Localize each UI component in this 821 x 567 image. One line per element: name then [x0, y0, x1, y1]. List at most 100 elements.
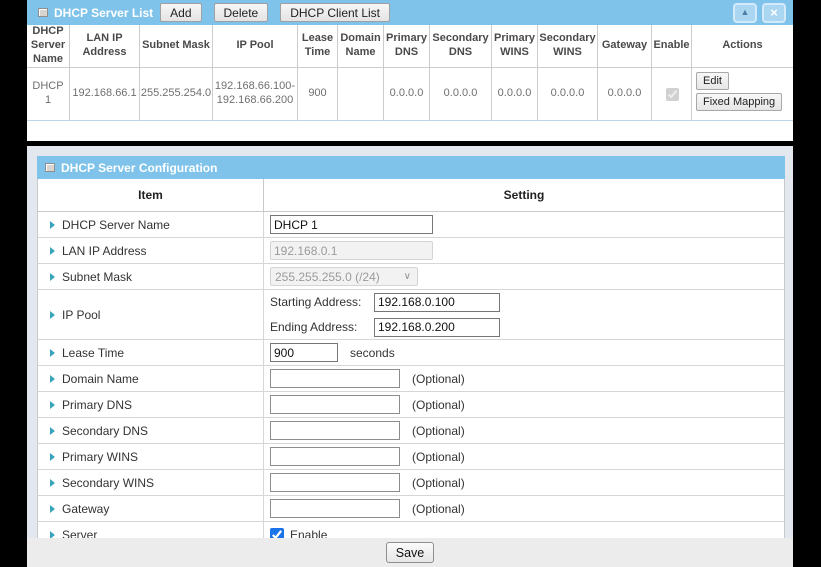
dhcp-server-list-panel: DHCP Server List Add Delete DHCP Client … — [27, 0, 793, 141]
cell-lease-time: 900 — [298, 68, 338, 121]
row-lease-time: Lease Time seconds — [38, 340, 784, 366]
cell-lan-ip-address: 192.168.66.1 — [70, 68, 140, 121]
close-button[interactable]: × — [762, 3, 786, 23]
dhcp-client-list-button[interactable]: DHCP Client List — [280, 3, 390, 22]
panel-box-icon — [45, 163, 55, 172]
save-strip: Save — [27, 538, 793, 567]
row-primary-dns: Primary DNS (Optional) — [38, 392, 784, 418]
cell-secondary-dns: 0.0.0.0 — [430, 68, 492, 121]
starting-address-label: Starting Address: — [270, 295, 374, 309]
domain-name-input[interactable] — [270, 369, 400, 388]
column-header: Enable — [652, 25, 692, 68]
item-label: DHCP Server Name — [62, 218, 170, 232]
item-label: Subnet Mask — [62, 270, 132, 284]
cell-dhcp-server-name: DHCP 1 — [27, 68, 70, 121]
column-header: Primary WINS — [492, 25, 538, 68]
chevron-down-icon: ∨ — [404, 271, 411, 282]
config-table-header: Item Setting — [38, 179, 784, 212]
item-arrow-icon — [50, 221, 55, 229]
dhcp-list-header-bar: DHCP Server List Add Delete DHCP Client … — [27, 0, 793, 25]
item-label: IP Pool — [62, 308, 100, 322]
fixed-mapping-button[interactable]: Fixed Mapping — [696, 93, 782, 111]
cell-primary-wins: 0.0.0.0 — [492, 68, 538, 121]
item-arrow-icon — [50, 375, 55, 383]
item-arrow-icon — [50, 401, 55, 409]
item-arrow-icon — [50, 311, 55, 319]
column-header: Primary DNS — [384, 25, 430, 68]
starting-address-input[interactable] — [374, 293, 500, 312]
row-enable-checkbox — [666, 88, 679, 101]
item-label: Secondary WINS — [62, 476, 154, 490]
item-arrow-icon — [50, 505, 55, 513]
item-arrow-icon — [50, 349, 55, 357]
item-arrow-icon — [50, 453, 55, 461]
add-button[interactable]: Add — [160, 3, 201, 22]
optional-hint: (Optional) — [412, 502, 465, 516]
save-button[interactable]: Save — [386, 542, 435, 563]
cell-primary-dns: 0.0.0.0 — [384, 68, 430, 121]
row-secondary-dns: Secondary DNS (Optional) — [38, 418, 784, 444]
delete-button[interactable]: Delete — [214, 3, 269, 22]
cell-ip-pool: 192.168.66.100-192.168.66.200 — [213, 68, 298, 121]
item-arrow-icon — [50, 247, 55, 255]
row-gateway: Gateway (Optional) — [38, 496, 784, 522]
row-subnet-mask: Subnet Mask 255.255.255.0 (/24) ∨ — [38, 264, 784, 290]
lease-time-input[interactable] — [270, 343, 338, 362]
column-header: Lease Time — [298, 25, 338, 68]
cell-domain-name — [338, 68, 384, 121]
ending-address-input[interactable] — [374, 318, 500, 337]
dhcp-server-name-input[interactable] — [270, 215, 433, 234]
list-table-header: DHCP Server Name LAN IP Address Subnet M… — [27, 25, 793, 68]
dhcp-list-title: DHCP Server List — [54, 6, 153, 20]
setting-column-header: Setting — [264, 179, 784, 211]
column-header: DHCP Server Name — [27, 25, 70, 68]
table-row: DHCP 1 192.168.66.1 255.255.254.0 192.16… — [27, 68, 793, 121]
row-secondary-wins: Secondary WINS (Optional) — [38, 470, 784, 496]
close-icon: × — [770, 6, 778, 19]
config-table: Item Setting DHCP Server Name LAN IP Add… — [37, 179, 785, 548]
optional-hint: (Optional) — [412, 424, 465, 438]
row-primary-wins: Primary WINS (Optional) — [38, 444, 784, 470]
cell-subnet-mask: 255.255.254.0 — [140, 68, 213, 121]
gateway-input[interactable] — [270, 499, 400, 518]
column-header: Gateway — [598, 25, 652, 68]
dhcp-server-configuration-panel: DHCP Server Configuration Item Setting D… — [27, 146, 793, 567]
screen: DHCP Server List Add Delete DHCP Client … — [0, 0, 821, 567]
item-label: Primary DNS — [62, 398, 132, 412]
cell-actions: Edit Fixed Mapping — [692, 68, 793, 121]
cell-enable — [652, 68, 692, 121]
item-column-header: Item — [38, 179, 264, 211]
primary-wins-input[interactable] — [270, 447, 400, 466]
item-label: LAN IP Address — [62, 244, 147, 258]
primary-dns-input[interactable] — [270, 395, 400, 414]
subnet-mask-value: 255.255.255.0 (/24) — [275, 270, 380, 284]
optional-hint: (Optional) — [412, 398, 465, 412]
edit-button[interactable]: Edit — [696, 72, 729, 90]
row-dhcp-server-name: DHCP Server Name — [38, 212, 784, 238]
column-header: Domain Name — [338, 25, 384, 68]
secondary-dns-input[interactable] — [270, 421, 400, 440]
cell-gateway: 0.0.0.0 — [598, 68, 652, 121]
column-header: LAN IP Address — [70, 25, 140, 68]
config-title: DHCP Server Configuration — [61, 161, 217, 175]
item-label: Domain Name — [62, 372, 139, 386]
column-header: IP Pool — [213, 25, 298, 68]
item-arrow-icon — [50, 273, 55, 281]
optional-hint: (Optional) — [412, 476, 465, 490]
row-lan-ip-address: LAN IP Address — [38, 238, 784, 264]
optional-hint: (Optional) — [412, 450, 465, 464]
column-header: Actions — [692, 25, 793, 68]
collapse-arrow-icon: ▲ — [741, 8, 750, 17]
item-label: Gateway — [62, 502, 109, 516]
lan-ip-address-input — [270, 241, 433, 260]
optional-hint: (Optional) — [412, 372, 465, 386]
ending-address-label: Ending Address: — [270, 320, 374, 334]
collapse-button[interactable]: ▲ — [733, 3, 757, 23]
item-label: Primary WINS — [62, 450, 138, 464]
item-label: Lease Time — [62, 346, 124, 360]
column-header: Secondary DNS — [430, 25, 492, 68]
secondary-wins-input[interactable] — [270, 473, 400, 492]
column-header: Secondary WINS — [538, 25, 598, 68]
panel-box-icon — [38, 8, 48, 17]
row-ip-pool: IP Pool Starting Address: Ending Address… — [38, 290, 784, 340]
